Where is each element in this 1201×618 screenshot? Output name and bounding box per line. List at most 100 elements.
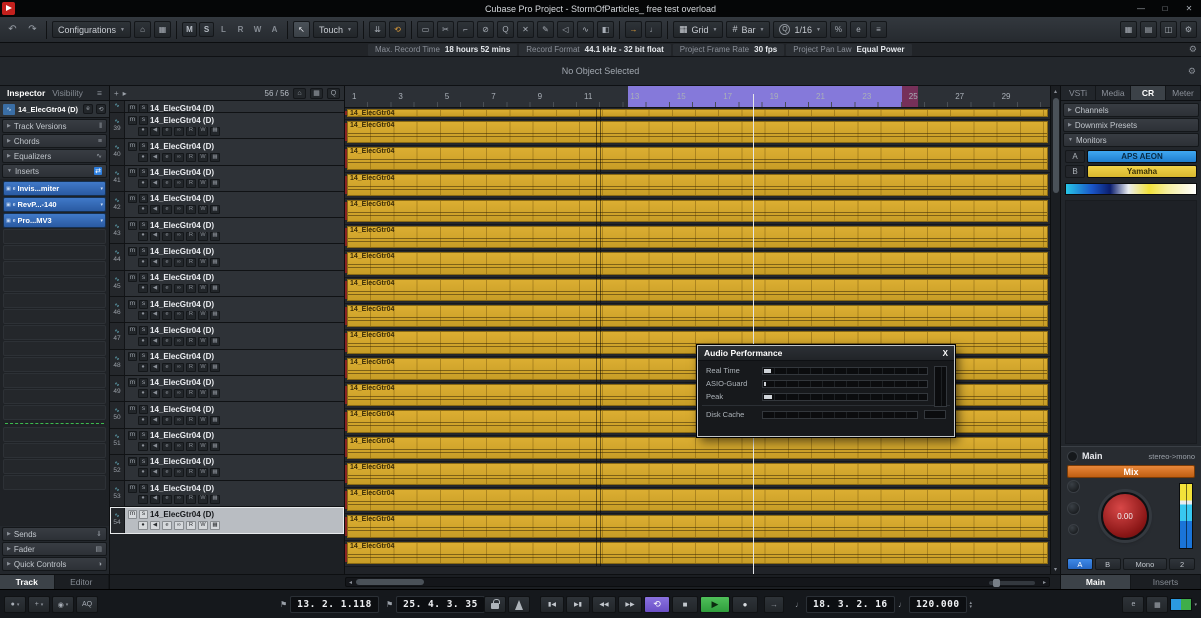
vertical-scroll-thumb[interactable] bbox=[1052, 98, 1059, 193]
project-cursor[interactable] bbox=[753, 94, 754, 574]
read-automation-icon[interactable]: R bbox=[186, 336, 196, 346]
track-row[interactable]: ∿ 45 m s 14_ElecGtr04 (D) ● ◀ e ∞ R W ▦ bbox=[110, 270, 344, 298]
freeze-icon[interactable]: ∞ bbox=[174, 363, 184, 373]
right-zone-tab[interactable]: CR bbox=[1131, 86, 1166, 100]
write-automation-icon[interactable]: W bbox=[198, 363, 208, 373]
right-zone-tab[interactable]: VSTi bbox=[1061, 86, 1096, 100]
audio-event[interactable]: 14_ElecGtr04 bbox=[347, 462, 1048, 486]
metronome-button[interactable] bbox=[508, 596, 530, 613]
solo-button[interactable]: s bbox=[139, 404, 148, 414]
track-row[interactable]: ∿ 49 m s 14_ElecGtr04 (D) ● ◀ e ∞ R W ▦ bbox=[110, 375, 344, 403]
scroll-up-icon[interactable]: ▴ bbox=[1051, 86, 1060, 96]
track-handle[interactable]: ∿ 52 bbox=[110, 454, 125, 481]
monitor-name[interactable]: APS AEON bbox=[1087, 150, 1197, 163]
right-zone-tab[interactable]: Meter bbox=[1166, 86, 1201, 100]
setup-window-icon[interactable]: ⌂ bbox=[134, 21, 151, 38]
read-automation-icon[interactable]: R bbox=[186, 389, 196, 399]
jump-button[interactable]: → bbox=[764, 596, 784, 613]
edit-channel-icon[interactable]: e bbox=[162, 179, 172, 189]
track-row[interactable]: ∿ 51 m s 14_ElecGtr04 (D) ● ◀ e ∞ R W ▦ bbox=[110, 428, 344, 455]
track-row[interactable]: ∿ 48 m s 14_ElecGtr04 (D) ● ◀ e ∞ R W ▦ bbox=[110, 349, 344, 376]
color-tool[interactable]: ◧ bbox=[596, 21, 614, 38]
read-automation-icon[interactable]: R bbox=[186, 179, 196, 189]
write-automation-icon[interactable]: W bbox=[198, 310, 208, 320]
edit-channel-icon[interactable]: e bbox=[162, 257, 172, 267]
freeze-icon[interactable]: ∞ bbox=[174, 520, 184, 530]
mute-button[interactable]: m bbox=[128, 220, 137, 230]
solo-button[interactable]: s bbox=[139, 220, 148, 230]
edit-channel-icon[interactable]: e bbox=[162, 468, 172, 478]
mute-button[interactable]: m bbox=[128, 246, 137, 256]
freeze-icon[interactable]: ∞ bbox=[174, 468, 184, 478]
track-handle[interactable]: ∿ 41 bbox=[110, 165, 125, 191]
play-button[interactable]: ▶ bbox=[700, 596, 730, 613]
main-channel-icon[interactable] bbox=[1067, 450, 1078, 462]
solo-button[interactable]: s bbox=[139, 299, 148, 309]
zoom-tool[interactable]: Q bbox=[496, 21, 514, 38]
track-handle[interactable]: ∿ 43 bbox=[110, 218, 125, 244]
edit-channel-icon[interactable]: e bbox=[162, 415, 172, 425]
insert-slot-empty[interactable] bbox=[3, 357, 106, 372]
global-state-button[interactable]: R bbox=[233, 22, 248, 37]
transport-edit-icon[interactable]: e bbox=[1122, 596, 1145, 613]
edit-channel-icon[interactable]: e bbox=[162, 152, 172, 162]
inspector-section[interactable]: ▶ Track Versions ‖ bbox=[2, 119, 107, 133]
track-handle[interactable]: ∿ 47 bbox=[110, 323, 125, 349]
track-row[interactable]: ∿ 53 m s 14_ElecGtr04 (D) ● ◀ e ∞ R W ▦ bbox=[110, 481, 344, 508]
write-automation-icon[interactable]: W bbox=[198, 205, 208, 215]
freeze-icon[interactable]: ∞ bbox=[174, 126, 184, 136]
insert-slot-empty[interactable] bbox=[3, 475, 106, 490]
track-handle[interactable]: ∿ 45 bbox=[110, 270, 125, 297]
audio-event[interactable]: 14_ElecGtr04 bbox=[347, 226, 1048, 249]
record-arm-icon[interactable]: ● bbox=[138, 363, 148, 373]
write-automation-icon[interactable]: W bbox=[198, 152, 208, 162]
mute-button[interactable]: m bbox=[128, 352, 137, 362]
monitor-icon[interactable]: ◀ bbox=[150, 179, 160, 189]
draw-tool[interactable]: ✎ bbox=[536, 21, 554, 38]
inspector-section[interactable]: ▶ Equalizers ∿ bbox=[2, 149, 107, 163]
iterative-quantize-button[interactable]: % bbox=[829, 21, 847, 38]
audio-event[interactable]: 14_ElecGtr04 bbox=[347, 541, 1048, 565]
monitor-select-button[interactable]: B bbox=[1065, 165, 1085, 178]
insert-slot-empty[interactable] bbox=[3, 277, 106, 292]
monitor-icon[interactable]: ◀ bbox=[150, 389, 160, 399]
track-handle[interactable]: ∿ bbox=[110, 101, 125, 112]
track-row[interactable]: ∿ 44 m s 14_ElecGtr04 (D) ● ◀ e ∞ R W ▦ bbox=[110, 244, 344, 271]
inspector-section[interactable]: ▼ Inserts ⇄ bbox=[2, 164, 107, 178]
mute-button[interactable]: m bbox=[128, 431, 137, 441]
inspector-section[interactable]: ▶ Sends ⇓ bbox=[2, 527, 107, 541]
stop-button[interactable]: ■ bbox=[672, 596, 698, 613]
insert-slot-empty[interactable] bbox=[3, 459, 106, 474]
freeze-icon[interactable]: ∞ bbox=[174, 231, 184, 241]
record-arm-icon[interactable]: ● bbox=[138, 389, 148, 399]
audio-event[interactable]: 14_ElecGtr04 bbox=[347, 121, 1048, 144]
read-automation-icon[interactable]: R bbox=[186, 415, 196, 425]
mute-button[interactable]: m bbox=[128, 378, 137, 388]
audio-event[interactable]: 14_ElecGtr04 bbox=[347, 278, 1048, 302]
close-button[interactable]: ✕ bbox=[1177, 1, 1201, 17]
freeze-icon[interactable]: ∞ bbox=[174, 257, 184, 267]
left-zone-toggle-icon[interactable]: ▦ bbox=[1120, 21, 1137, 38]
record-arm-icon[interactable]: ● bbox=[138, 257, 148, 267]
audio-event[interactable]: 14_ElecGtr04 bbox=[347, 109, 1048, 117]
insert-slot-filled[interactable]: ▣ e Invis...miter ▾ bbox=[3, 181, 106, 196]
bypass-icon[interactable]: ▣ bbox=[6, 218, 11, 224]
lane-display-icon[interactable]: ▦ bbox=[210, 284, 220, 294]
goto-next-marker-button[interactable]: ▶▮ bbox=[566, 596, 590, 613]
bottom-zone-tab[interactable]: Track bbox=[0, 575, 55, 589]
primary-time-display[interactable]: ⚑ 13. 2. 1.118 bbox=[280, 596, 379, 613]
insert-slot-empty[interactable] bbox=[3, 373, 106, 388]
add-track-icon[interactable]: + bbox=[114, 89, 119, 98]
timeline-ruler[interactable]: 1 3 5 7 9 11 13 15 17 19 21 23 25 27 29 bbox=[345, 86, 1050, 108]
edit-channel-icon[interactable]: e bbox=[162, 126, 172, 136]
freeze-icon[interactable]: ∞ bbox=[174, 310, 184, 320]
read-automation-icon[interactable]: R bbox=[186, 205, 196, 215]
write-automation-icon[interactable]: W bbox=[198, 284, 208, 294]
bypass-icon[interactable]: ▣ bbox=[6, 186, 11, 192]
edit-channel-icon[interactable]: e bbox=[162, 205, 172, 215]
insert-slot-empty[interactable] bbox=[3, 245, 106, 260]
toolbar-setup-gear-icon[interactable]: ⚙ bbox=[1180, 21, 1197, 38]
read-automation-icon[interactable]: R bbox=[186, 494, 196, 504]
write-automation-icon[interactable]: W bbox=[198, 468, 208, 478]
track-handle[interactable]: ∿ 44 bbox=[110, 244, 125, 270]
